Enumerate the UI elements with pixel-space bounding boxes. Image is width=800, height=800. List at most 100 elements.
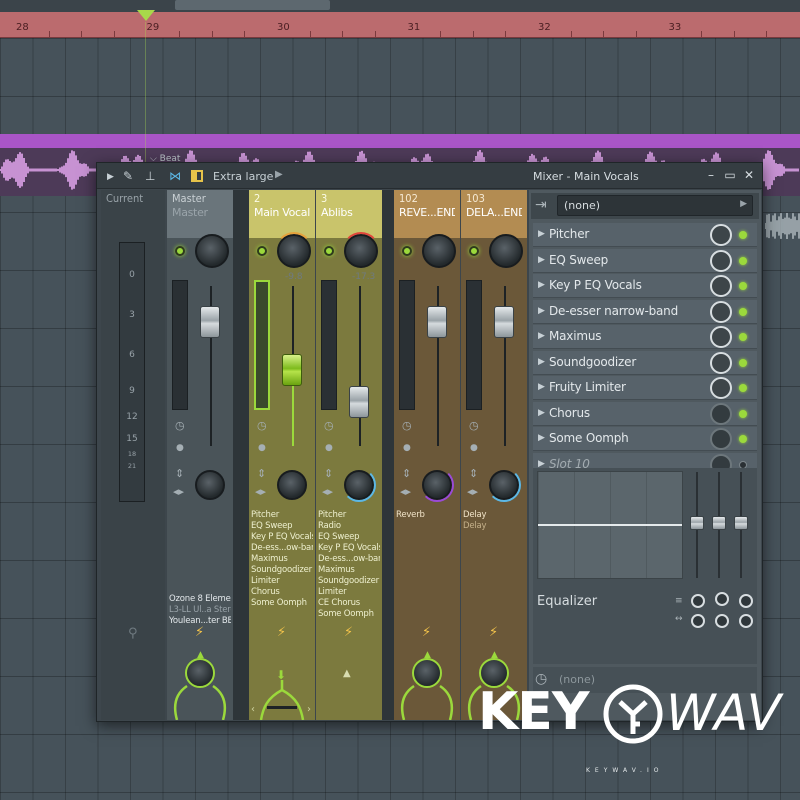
eq-band-mid-slider[interactable] [712,472,726,578]
slot-arrow-icon[interactable]: ▶ [538,229,545,239]
slot-enable-led[interactable] [739,282,747,290]
effect-slot[interactable]: ▶ Key P EQ Vocals [533,274,757,298]
effect-slot[interactable]: ▶ Chorus [533,401,757,426]
track-header[interactable]: 103DELA...END) [461,190,527,238]
track-effects-list[interactable]: Pitcher EQ Sweep Key P EQ Vocals De-ess...o… [251,510,313,609]
slot-arrow-icon[interactable]: ▶ [538,280,545,290]
slot-mix-knob[interactable] [710,428,732,450]
slot-enable-led[interactable] [739,333,747,341]
mixer-track-ablibs[interactable]: 3 Ablibs -17.3 ◷ ● ⇕ ◂▸ Pitcher Radio EQ Sweep Key… [316,190,382,720]
clip-header[interactable] [0,134,800,148]
slot-name[interactable]: Key P EQ Vocals [549,278,642,292]
volume-fader[interactable] [494,306,514,338]
track-enable-led[interactable] [175,246,185,256]
close-icon[interactable]: ✕ [742,168,756,182]
effect-slot[interactable]: ▶ Pitcher [533,223,757,247]
timeline-ruler[interactable]: 28 29 30 31 32 33 [0,12,800,38]
track-effect-item[interactable]: Radio [318,521,380,532]
stereo-knob[interactable] [420,468,454,502]
track-effect-item[interactable]: Soundgoodizer [318,576,380,587]
lightbulb-icon[interactable]: ⚡ [344,626,353,640]
track-effects-list[interactable]: Delay Delay [463,510,525,532]
track-effect-item[interactable]: L3-LL Ul..a Stereo [169,605,231,616]
track-header[interactable]: 3 Ablibs [316,190,382,238]
slot-name[interactable]: EQ Sweep [549,253,608,267]
mixer-track-main-vocals[interactable]: 2 Main Vocals -9.8 ◷ ● ⇕ ◂▸ Pitcher EQ Sweep Key … [249,190,315,720]
dot-icon[interactable]: ● [258,442,266,454]
stereo-icon[interactable]: ◂▸ [467,486,478,498]
scroll-left-icon[interactable]: ‹ [251,704,255,715]
dot-icon[interactable]: ● [176,442,184,454]
slot-name[interactable]: Chorus [549,406,590,420]
track-effect-item[interactable]: De-ess...ow-band [251,543,313,554]
lightbulb-icon[interactable]: ⚡ [422,626,431,640]
volume-fader[interactable] [349,386,369,418]
track-effect-item[interactable]: Maximus [318,565,380,576]
preset-dropdown[interactable]: (none) ▶ [557,195,753,216]
dot-icon[interactable]: ● [403,442,411,454]
mixer-track-delay[interactable]: 103DELA...END)◷●⇕◂▸DelayDelay⚡▲ [461,190,527,720]
eq-mid-bw-knob[interactable] [715,614,729,628]
slot-name[interactable]: Soundgoodizer [549,355,636,369]
slot-mix-knob[interactable] [710,351,732,374]
stereo-knob[interactable] [277,470,307,500]
swap-icon[interactable]: ⇕ [469,468,478,480]
track-effect-item[interactable]: Maximus [251,554,313,565]
track-effect-item[interactable]: Soundgoodizer [251,565,313,576]
track-effect-item[interactable]: EQ Sweep [251,521,313,532]
brush-icon[interactable]: ✎ [123,169,133,183]
track-effect-item[interactable]: Some Oomph [251,598,313,609]
swap-icon[interactable]: ⇕ [175,468,184,480]
track-effect-item[interactable]: Some Oomph [318,609,380,620]
slot-mix-knob[interactable] [710,300,732,323]
slot-enable-led[interactable] [739,384,747,392]
slot-mix-knob[interactable] [710,326,732,348]
eq-high-freq-knob[interactable] [739,594,753,608]
track-effect-item[interactable]: Delay [463,510,525,521]
mixer-size-label[interactable]: Extra large [213,170,273,183]
effect-slot[interactable]: ▶ Maximus [533,325,757,349]
volume-fader[interactable] [427,306,447,338]
scrollbar-thumb[interactable] [175,0,330,10]
playlist-scrollbar[interactable] [0,0,800,12]
timer-icon[interactable]: ◷ [402,420,412,432]
slot-enable-led[interactable] [739,435,747,443]
eq-slider-cap[interactable] [712,516,726,530]
effect-slot[interactable]: ▶ Fruity Limiter [533,376,757,400]
track-effect-item[interactable]: Key P EQ Vocals [251,532,313,543]
size-arrow-icon[interactable]: ▶ [275,169,283,180]
scroll-right-icon[interactable]: › [307,704,311,715]
effect-slot[interactable]: ▶ EQ Sweep [533,248,757,273]
effect-slot[interactable]: ▶ Soundgoodizer [533,350,757,375]
volume-fader[interactable] [282,354,302,386]
track-effect-item[interactable]: Pitcher [251,510,313,521]
stereo-knob[interactable] [487,468,521,502]
dot-icon[interactable]: ● [470,442,478,454]
slot-name[interactable]: Pitcher [549,227,589,241]
eq-slider-cap[interactable] [690,516,704,530]
arrow-right-icon[interactable]: ▶ [107,170,114,184]
pan-knob[interactable] [195,234,229,268]
bowtie-icon[interactable]: ⋈ [169,169,181,183]
slot-enable-led[interactable] [739,231,747,239]
eq-graph[interactable] [537,471,683,579]
effect-slot[interactable]: ▶ Some Oomph [533,427,757,451]
track-effect-item[interactable]: EQ Sweep [318,532,380,543]
track-effect-item[interactable]: Reverb [396,510,458,521]
mixer-track-current[interactable]: Current 0 3 6 9 12 15 18 21 ⚲ [101,190,165,720]
track-effect-item[interactable]: Ozone 8 Elements [169,594,231,605]
pan-knob[interactable] [489,234,523,268]
slot-arrow-icon[interactable]: ▶ [538,433,545,443]
stereo-icon[interactable]: ◂▸ [322,486,333,498]
track-header[interactable]: 2 Main Vocals [249,190,315,238]
timer-icon[interactable]: ◷ [257,420,267,432]
maximize-icon[interactable]: ▭ [723,168,737,182]
volume-fader[interactable] [200,306,220,338]
track-enable-led[interactable] [324,246,334,256]
mixer-track-master[interactable]: MasterMaster ◷ ● ⇕ ◂▸ Ozone 8 ElementsL3-LL U… [167,190,233,720]
timer-icon[interactable]: ◷ [469,420,479,432]
eq-slider-cap[interactable] [734,516,748,530]
pan-knob[interactable] [422,234,456,268]
stereo-knob[interactable] [342,468,376,502]
track-header[interactable]: Master Master [167,190,233,238]
